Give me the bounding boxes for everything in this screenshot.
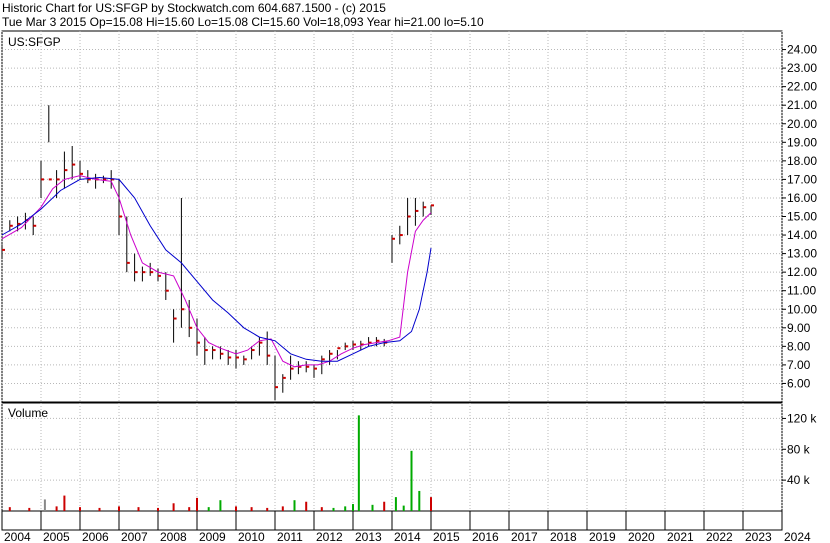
price-tick-label: 19.00 bbox=[787, 135, 817, 149]
volume-bar bbox=[43, 499, 46, 511]
price-bars bbox=[1, 105, 434, 401]
volume-bar bbox=[320, 507, 323, 511]
volume-tick-label: 80 k bbox=[787, 442, 811, 456]
year-tick-label: 2023 bbox=[745, 530, 772, 543]
price-tick-label: 8.00 bbox=[787, 339, 811, 353]
year-tick-label: 2022 bbox=[706, 530, 733, 543]
volume-bar bbox=[8, 507, 11, 511]
historic-chart: 24.00 23.00 22.00 21.00 20.00 19.00 18.00 17.00… bbox=[1, 30, 817, 543]
volume-bar bbox=[172, 503, 175, 511]
year-tick-label: 2016 bbox=[472, 530, 499, 543]
price-panel-label: US:SFGP bbox=[8, 35, 61, 49]
year-tick-label: 2012 bbox=[316, 530, 343, 543]
volume-bar bbox=[207, 507, 210, 511]
year-tick-label: 2020 bbox=[628, 530, 655, 543]
price-tick-label: 14.00 bbox=[787, 228, 817, 242]
volume-bar bbox=[281, 506, 284, 511]
year-tick-label: 2021 bbox=[667, 530, 694, 543]
year-tick-label: 2019 bbox=[589, 530, 616, 543]
price-tick-label: 6.00 bbox=[787, 376, 811, 390]
price-tick-label: 13.00 bbox=[787, 247, 817, 261]
volume-bar bbox=[352, 504, 354, 511]
volume-bar bbox=[250, 507, 253, 511]
volume-bar bbox=[430, 497, 432, 511]
volume-tick-label: 40 k bbox=[787, 473, 811, 487]
price-tick-label: 18.00 bbox=[787, 154, 817, 168]
volume-bar bbox=[196, 497, 198, 511]
volume-bar bbox=[55, 506, 58, 511]
volume-bar bbox=[371, 504, 374, 511]
price-tick-label: 9.00 bbox=[787, 321, 811, 335]
year-tick-label: 2008 bbox=[160, 530, 187, 543]
volume-bar bbox=[357, 415, 360, 511]
volume-bar bbox=[28, 507, 31, 511]
chart-window: Historic Chart for US:SFGP by Stockwatch… bbox=[0, 0, 830, 543]
year-tick-label: 2014 bbox=[394, 530, 421, 543]
year-tick-label: 2017 bbox=[511, 530, 538, 543]
moving-averages bbox=[1, 175, 432, 368]
volume-grid bbox=[1, 403, 783, 511]
volume-bar bbox=[63, 495, 66, 511]
year-tick-label: 2005 bbox=[43, 530, 70, 543]
year-tick-label: 2004 bbox=[4, 530, 31, 543]
volume-bar bbox=[79, 507, 81, 511]
volume-bar bbox=[383, 501, 386, 511]
year-tick-label: 2024 bbox=[784, 530, 811, 543]
volume-panel-label: Volume bbox=[8, 406, 48, 420]
moving-average-short-line bbox=[1, 175, 432, 368]
volume-bar bbox=[410, 450, 413, 511]
volume-axis-ticks: 120 k 80 k 40 k bbox=[782, 411, 817, 487]
volume-bar bbox=[98, 507, 101, 511]
year-tick-label: 2010 bbox=[238, 530, 265, 543]
price-tick-label: 12.00 bbox=[787, 265, 817, 279]
moving-average-long-line bbox=[1, 176, 432, 362]
volume-bar bbox=[305, 501, 308, 511]
price-tick-label: 17.00 bbox=[787, 172, 817, 186]
price-tick-label: 16.00 bbox=[787, 191, 817, 205]
year-axis-ticks: 2004 2005 2006 2007 2008 2009 2010 2011 2012 2013… bbox=[1, 511, 811, 543]
price-tick-label: 22.00 bbox=[787, 80, 817, 94]
volume-bar bbox=[332, 507, 335, 511]
volume-bar bbox=[293, 500, 296, 511]
price-tick-label: 21.00 bbox=[787, 98, 817, 112]
volume-bar bbox=[137, 507, 140, 511]
price-tick-label: 15.00 bbox=[787, 210, 817, 224]
year-tick-label: 2007 bbox=[121, 530, 148, 543]
price-tick-label: 7.00 bbox=[787, 358, 811, 372]
price-tick-label: 24.00 bbox=[787, 43, 817, 57]
price-tick-label: 10.00 bbox=[787, 302, 817, 316]
price-tick-label: 11.00 bbox=[787, 284, 816, 298]
volume-bar bbox=[235, 506, 237, 511]
year-tick-label: 2015 bbox=[433, 530, 460, 543]
volume-bar bbox=[188, 507, 191, 511]
volume-tick-label: 120 k bbox=[787, 411, 817, 425]
price-tick-label: 23.00 bbox=[787, 61, 817, 75]
volume-bar bbox=[157, 507, 159, 511]
year-tick-label: 2009 bbox=[199, 530, 226, 543]
price-axis-ticks: 24.00 23.00 22.00 21.00 20.00 19.00 18.00 17.00… bbox=[782, 43, 817, 390]
year-tick-label: 2006 bbox=[82, 530, 109, 543]
volume-bar bbox=[394, 497, 397, 511]
year-tick-label: 2013 bbox=[355, 530, 382, 543]
volume-bar bbox=[418, 490, 421, 511]
volume-bar bbox=[402, 505, 405, 511]
volume-bar bbox=[118, 506, 120, 511]
volume-bar bbox=[266, 507, 269, 511]
volume-bar bbox=[219, 500, 222, 511]
year-tick-label: 2011 bbox=[277, 530, 303, 543]
year-tick-label: 2018 bbox=[550, 530, 577, 543]
volume-bar bbox=[344, 506, 347, 511]
price-tick-label: 20.00 bbox=[787, 117, 817, 131]
volume-bars bbox=[8, 415, 432, 511]
